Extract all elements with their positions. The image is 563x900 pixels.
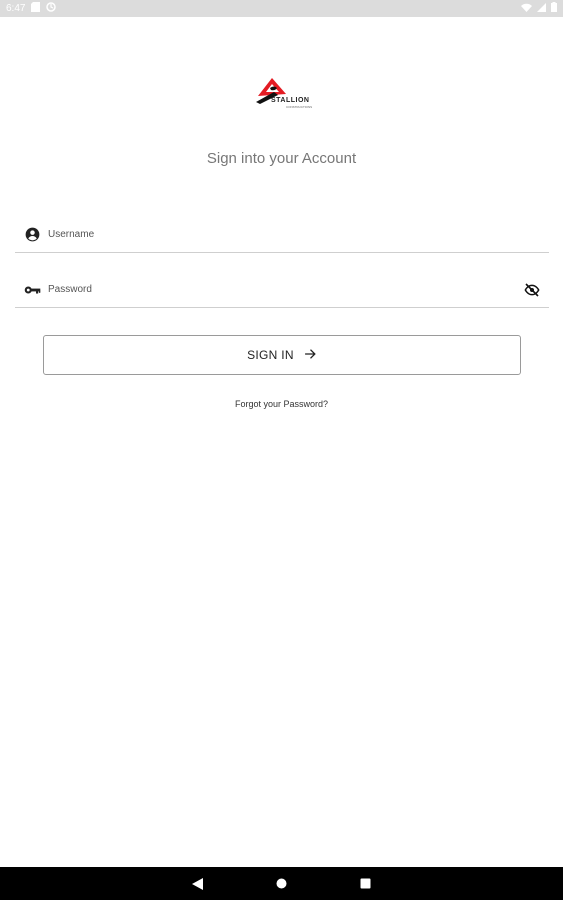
system-nav-bar — [0, 867, 563, 900]
account-circle-icon — [23, 226, 41, 244]
recents-icon[interactable] — [359, 877, 373, 891]
arrow-right-icon — [304, 348, 317, 363]
back-icon[interactable] — [191, 877, 205, 891]
logo-subtext: CONSTRUCTIONS — [286, 105, 313, 109]
password-field[interactable] — [15, 272, 549, 308]
status-time: 6:47 — [6, 3, 26, 14]
sign-in-button[interactable]: SIGN IN — [43, 335, 521, 375]
battery-icon — [551, 2, 557, 15]
wifi-icon — [521, 3, 532, 15]
logo-text: STALLION — [271, 97, 310, 104]
sync-icon — [46, 2, 57, 15]
page-title: Sign into your Account — [206, 150, 357, 167]
status-right — [521, 2, 557, 15]
key-icon — [23, 281, 41, 299]
signal-icon — [537, 2, 546, 15]
sd-card-icon — [31, 2, 41, 15]
home-icon[interactable] — [275, 877, 289, 891]
status-bar: 6:47 — [0, 0, 563, 17]
username-field[interactable] — [15, 217, 549, 253]
password-input[interactable] — [48, 284, 523, 295]
visibility-off-icon[interactable] — [523, 281, 541, 299]
username-input[interactable] — [48, 229, 549, 240]
forgot-password-link[interactable]: Forgot your Password? — [0, 399, 563, 409]
status-left: 6:47 — [6, 2, 57, 15]
sign-in-label: SIGN IN — [247, 348, 294, 362]
